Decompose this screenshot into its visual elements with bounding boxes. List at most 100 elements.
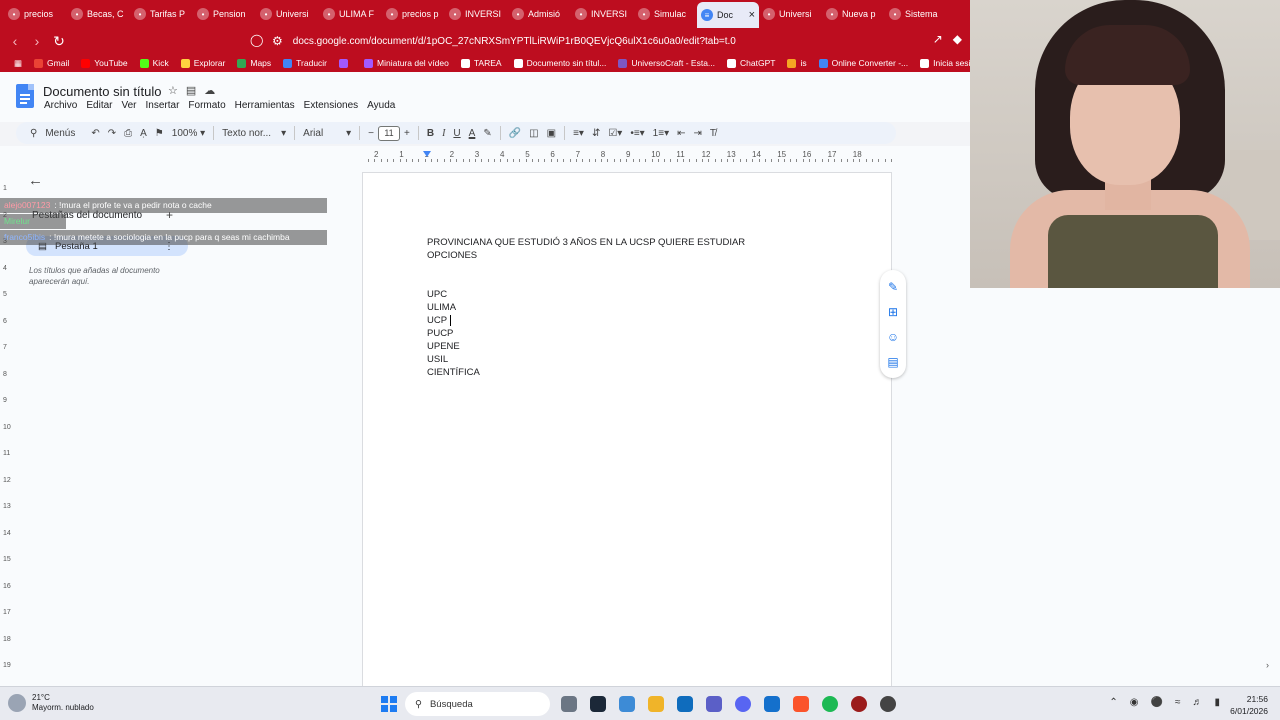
bulleted-list-icon[interactable]: •≡▾ xyxy=(626,124,648,142)
list-item[interactable]: CIENTÍFICA xyxy=(427,366,480,379)
docs-logo-icon[interactable] xyxy=(16,84,34,108)
copilot-icon[interactable] xyxy=(619,696,635,712)
browser-tab[interactable]: • Admisió xyxy=(508,1,571,27)
obs-icon[interactable] xyxy=(880,696,896,712)
redo-icon[interactable]: ↷ xyxy=(104,124,120,142)
clear-formatting-icon[interactable]: T̸ xyxy=(706,124,720,142)
undo-icon[interactable]: ↶ xyxy=(87,124,103,142)
list-item[interactable]: UCP xyxy=(427,314,480,327)
system-clock[interactable]: 21:56 6/01/2026 xyxy=(1230,693,1268,717)
teams-icon[interactable] xyxy=(706,696,722,712)
bookmark-item[interactable]: Gmail xyxy=(28,58,75,68)
network-icon[interactable]: ◉ xyxy=(1130,697,1139,708)
increase-font-size-icon[interactable]: + xyxy=(400,124,414,142)
line-spacing-icon[interactable]: ⇵ xyxy=(588,124,604,142)
edit-pencil-icon[interactable]: ✎ xyxy=(888,280,898,294)
bookmark-item[interactable] xyxy=(333,58,358,68)
browser-tab[interactable]: • Tarifas P xyxy=(130,1,193,27)
print-icon[interactable]: ⎙ xyxy=(120,124,136,142)
list-item[interactable]: ULIMA xyxy=(427,301,480,314)
menu-item[interactable]: Formato xyxy=(188,100,225,111)
emoji-reaction-icon[interactable]: ☺ xyxy=(887,330,899,344)
paint-format-icon[interactable]: ⚑ xyxy=(151,124,168,142)
document-title[interactable]: Documento sin título xyxy=(43,84,162,99)
decrease-font-size-icon[interactable]: − xyxy=(364,124,378,142)
move-folder-icon[interactable]: ▤ xyxy=(186,84,196,97)
menu-item[interactable]: Archivo xyxy=(44,100,77,111)
menu-item[interactable]: Ver xyxy=(121,100,136,111)
url-field[interactable]: ⚙ docs.google.com/document/d/1pOC_27cNRX… xyxy=(244,30,944,52)
reload-icon[interactable]: ↻ xyxy=(48,33,70,50)
list-item[interactable]: UPENE xyxy=(427,340,480,353)
tray-chevron-icon[interactable]: ⌃ xyxy=(1109,697,1117,708)
spotify-icon[interactable] xyxy=(822,696,838,712)
font-select[interactable]: Arial ▾ xyxy=(299,124,355,142)
cloud-status-icon[interactable]: ☁ xyxy=(204,84,215,97)
browser-tab[interactable]: • Pension xyxy=(193,1,256,27)
style-select[interactable]: Texto nor... ▾ xyxy=(218,124,290,142)
store-icon[interactable] xyxy=(677,696,693,712)
zoom-select[interactable]: 100% ▾ xyxy=(168,124,209,142)
numbered-list-icon[interactable]: 1≡▾ xyxy=(649,124,673,142)
list-item[interactable]: PUCP xyxy=(427,327,480,340)
underline-icon[interactable]: U xyxy=(449,124,464,142)
indent-marker-icon[interactable] xyxy=(423,151,431,157)
scroll-right-icon[interactable]: › xyxy=(1266,660,1269,670)
browser-tab[interactable]: • Sistema xyxy=(885,1,948,27)
task-view-icon[interactable] xyxy=(561,696,577,712)
list-item[interactable]: USIL xyxy=(427,353,480,366)
text-color-icon[interactable]: A xyxy=(465,124,480,142)
spellcheck-icon[interactable]: Ạ xyxy=(136,124,151,142)
menu-item[interactable]: Herramientas xyxy=(235,100,295,111)
start-button[interactable] xyxy=(381,696,397,712)
bookmark-item[interactable]: Miniatura del vídeo xyxy=(358,58,455,68)
red-app-icon[interactable] xyxy=(851,696,867,712)
italic-icon[interactable]: I xyxy=(438,124,449,142)
battery-icon[interactable]: ▮ xyxy=(1214,697,1220,708)
mail-icon[interactable] xyxy=(764,696,780,712)
bookmark-item[interactable]: is xyxy=(781,58,812,68)
brave-shield-icon[interactable]: ◆ xyxy=(953,32,962,46)
close-tab-icon[interactable]: × xyxy=(749,9,755,21)
horizontal-ruler[interactable]: 2 1 1 2 3 4 5 6 7 8 9 10 11 12 13 14 15 16 17 18 xyxy=(362,150,892,162)
star-icon[interactable]: ☆ xyxy=(168,84,178,97)
menu-item[interactable]: Ayuda xyxy=(367,100,395,111)
bookmark-item[interactable]: Explorar xyxy=(175,58,232,68)
bookmark-item[interactable]: Maps xyxy=(231,58,277,68)
browser-tab[interactable]: • INVERSI xyxy=(445,1,508,27)
bookmark-item[interactable]: YouTube xyxy=(75,58,133,68)
menu-item[interactable]: Extensiones xyxy=(304,100,358,111)
insert-link-icon[interactable]: 🔗 xyxy=(505,124,525,142)
browser-tab[interactable]: • precios p xyxy=(382,1,445,27)
bookmark-item[interactable]: TAREA xyxy=(455,58,508,68)
microphone-icon[interactable]: ⚫ xyxy=(1151,697,1163,708)
taskbar-search[interactable]: ⚲ Búsqueda xyxy=(405,692,550,716)
bookmark-item[interactable]: Online Converter -... xyxy=(813,58,915,68)
steam-icon[interactable] xyxy=(590,696,606,712)
browser-tab[interactable]: • Universi xyxy=(256,1,319,27)
browser-tab[interactable]: • Simulac xyxy=(634,1,697,27)
volume-icon[interactable]: ♬ xyxy=(1192,697,1202,708)
add-comment-icon[interactable]: ◫ xyxy=(525,124,542,142)
wifi-icon[interactable]: ≈ xyxy=(1175,697,1181,708)
align-icon[interactable]: ≡▾ xyxy=(569,124,588,142)
weather-widget[interactable]: 21°C Mayorm. nublado xyxy=(8,693,94,713)
menus-search-label[interactable]: Menús xyxy=(41,124,79,142)
browser-tab[interactable]: ≡ Doc × xyxy=(697,2,759,28)
menu-item[interactable]: Insertar xyxy=(146,100,180,111)
checklist-icon[interactable]: ☑▾ xyxy=(604,124,626,142)
back-arrow-icon[interactable]: ← xyxy=(28,172,43,189)
bookmark-item[interactable]: Traducir xyxy=(277,58,333,68)
browser-tab[interactable]: • Becas, C xyxy=(67,1,130,27)
font-size-input[interactable]: 11 xyxy=(378,125,400,141)
apps-icon[interactable]: ▦ xyxy=(8,58,28,69)
bookmark-item[interactable]: UniversoCraft - Esta... xyxy=(612,58,721,68)
browser-tab[interactable]: • Universi xyxy=(759,1,822,27)
brave-browser-icon[interactable] xyxy=(793,696,809,712)
search-menus-icon[interactable]: ⚲ xyxy=(26,124,41,142)
bookmark-item[interactable]: Kick xyxy=(134,58,175,68)
browser-tab[interactable]: • Nueva p xyxy=(822,1,885,27)
menu-item[interactable]: Editar xyxy=(86,100,112,111)
bookmark-item[interactable]: ChatGPT xyxy=(721,58,781,68)
forward-icon[interactable]: › xyxy=(26,33,48,49)
